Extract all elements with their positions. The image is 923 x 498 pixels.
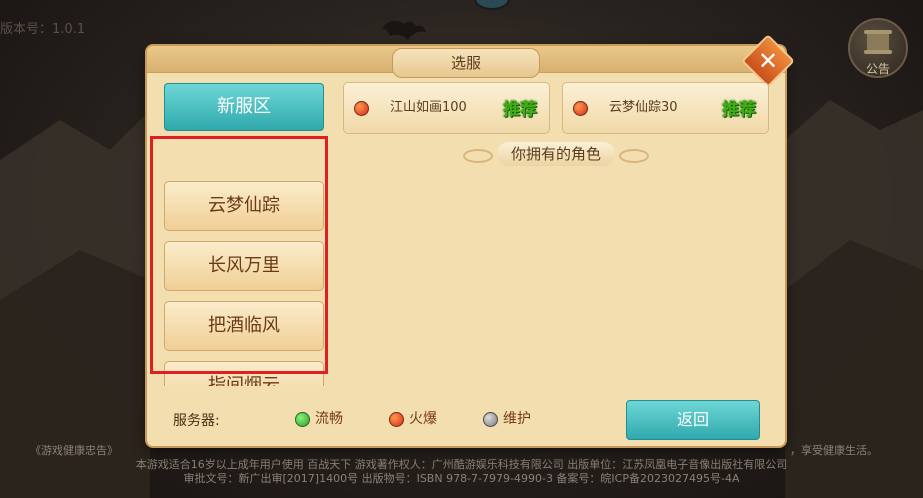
recommend-badge: 推荐 [503,100,537,120]
status-dot-icon [354,101,369,116]
server-name: 江山如画100 [390,100,467,115]
health-notice-tail: ，享受健康生活。 [790,444,878,457]
grey-dot-icon [483,412,498,427]
green-dot-icon [295,412,310,427]
close-icon: ✕ [757,47,779,75]
scroll-icon [864,30,892,54]
highlight-box [150,136,328,374]
notice-label: 公告 [865,62,890,76]
version-label: 版本号：1.0.1 [0,22,86,37]
owned-roles-title: 你拥有的角色 [510,145,601,163]
dialog-title: 选服 [392,48,540,78]
status-dot-icon [573,101,588,116]
owned-roles-heading: 你拥有的角色 [463,142,649,166]
left-ornament-icon [463,149,493,163]
legend-label: 服务器: [173,413,220,429]
bird-icon [382,20,426,40]
tab-new-servers[interactable]: 新服区 [164,83,324,131]
recommend-badge: 推荐 [722,100,756,120]
notice-button[interactable]: 公告 [848,18,908,78]
health-notice-title: 《游戏健康忠告》 [30,444,118,457]
return-button[interactable]: 返回 [626,400,760,440]
red-dot-icon [389,412,404,427]
approval-line: 审批文号：新广出审[2017]1400号 出版物号：ISBN 978-7-797… [183,472,740,485]
right-ornament-icon [619,149,649,163]
server-name: 云梦仙踪30 [609,100,678,115]
copyright-line: 本游戏适合16岁以上成年用户使用 百战天下 游戏著作权人：广州酷游娱乐科技有限公… [135,458,788,471]
server-card-1[interactable]: 江山如画100 推荐 [343,82,550,134]
server-card-2[interactable]: 云梦仙踪30 推荐 [562,82,769,134]
